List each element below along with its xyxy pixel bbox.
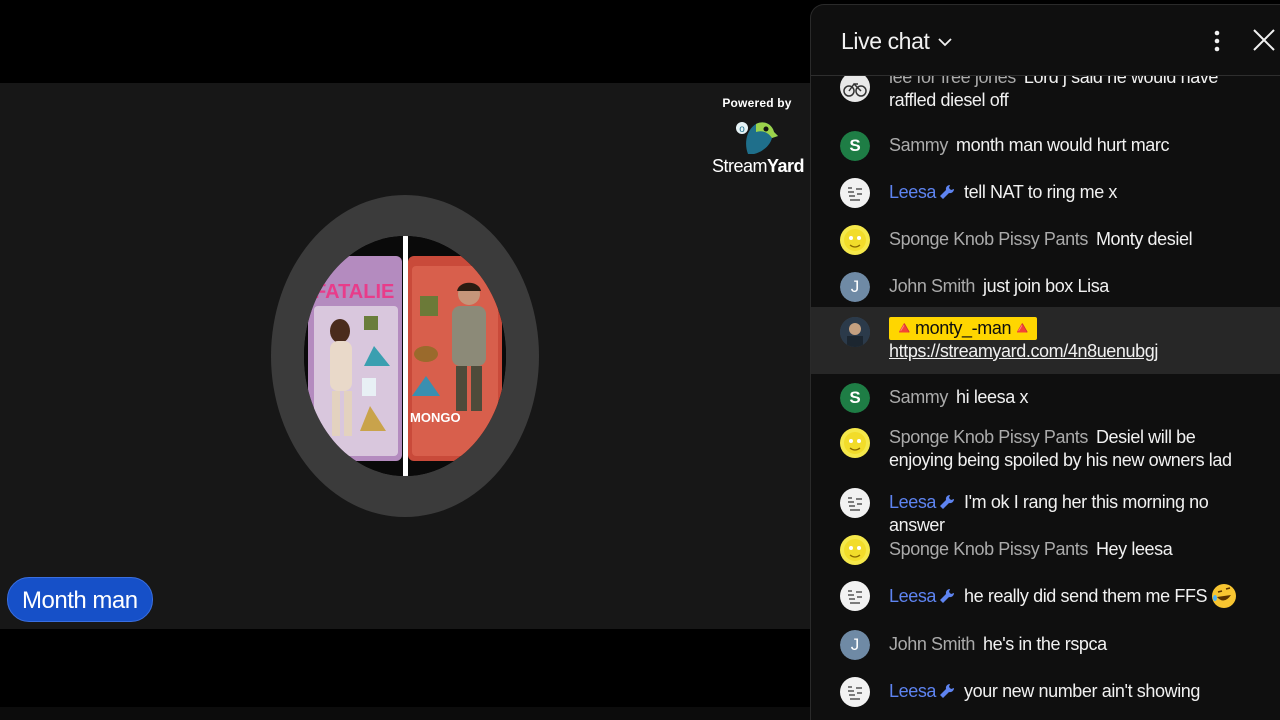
message-author[interactable]: Leesa <box>889 681 956 701</box>
streamyard-logo-icon: o <box>736 122 778 154</box>
chat-header: Live chat <box>811 5 1280 76</box>
author-name: Leesa <box>889 586 937 606</box>
chat-message[interactable]: J John Smith just join box Lisa <box>811 267 1280 307</box>
more-options-icon[interactable] <box>1207 27 1227 55</box>
doodle-avatar-icon <box>840 581 870 611</box>
brand-part-1: Stream <box>712 156 768 176</box>
moderator-wrench-icon <box>940 683 955 698</box>
streamyard-watermark: Powered by o StreamYard <box>712 96 805 177</box>
message-author[interactable]: Sammy <box>889 387 948 407</box>
chat-message-list[interactable]: lee for free jones Lord j said he would h… <box>811 76 1280 720</box>
video-player[interactable]: Powered by o StreamYard FATALIE MONGO Mo… <box>0 0 810 720</box>
close-icon[interactable] <box>1251 27 1277 53</box>
rofl-emoji-icon <box>1212 584 1237 608</box>
message-text: your new number ain't showing <box>964 681 1201 701</box>
svg-text:o: o <box>739 124 745 135</box>
chat-message[interactable]: lee for free jones Lord j said he would h… <box>811 76 1280 114</box>
doodle-avatar-icon <box>840 178 870 208</box>
chat-message[interactable]: Sponge Knob Pissy Pants Hey leesa <box>811 530 1280 570</box>
avatar: S <box>840 131 870 161</box>
avatar: S <box>840 383 870 413</box>
message-text: tell NAT to ring me x <box>964 182 1118 202</box>
chat-message[interactable]: S Sammy hi leesa x <box>811 378 1280 418</box>
chat-message[interactable]: Sponge Knob Pissy Pants Desiel will be en… <box>811 419 1280 477</box>
photo-avatar-icon <box>840 317 870 347</box>
moderator-wrench-icon <box>940 184 955 199</box>
author-name: Leesa <box>889 492 937 512</box>
yellow-avatar-icon <box>840 428 870 458</box>
doodle-avatar-icon <box>840 488 870 518</box>
action-figure-image: FATALIE MONGO <box>304 236 506 476</box>
stream-page: Powered by o StreamYard FATALIE MONGO Mo… <box>0 0 1280 720</box>
message-text: month man would hurt marc <box>956 135 1170 155</box>
message-author[interactable]: Sponge Knob Pissy Pants <box>889 229 1088 249</box>
doodle-avatar-icon <box>840 677 870 707</box>
svg-text:MONGO: MONGO <box>410 410 461 425</box>
avatar-letter: J <box>840 630 870 660</box>
message-author[interactable]: Sponge Knob Pissy Pants <box>889 539 1088 559</box>
message-text: he really did send them me FFS <box>964 586 1208 606</box>
avatar-letter: S <box>840 131 870 161</box>
moderator-wrench-icon <box>940 494 955 509</box>
message-author[interactable]: Leesa <box>889 492 956 512</box>
chat-message[interactable]: J John Smith he's in the rspca <box>811 625 1280 665</box>
message-text: he's in the rspca <box>983 634 1107 654</box>
message-text: Hey leesa <box>1095 539 1173 559</box>
message-author[interactable]: Sponge Knob Pissy Pants <box>889 427 1088 447</box>
message-author[interactable]: Leesa <box>889 182 956 202</box>
chat-message[interactable]: Leesa he really did send them me FFS <box>811 575 1280 617</box>
streamyard-brand: StreamYard <box>712 156 805 177</box>
message-author[interactable]: John Smith <box>889 634 975 654</box>
author-name: Leesa <box>889 182 937 202</box>
chat-title: Live chat <box>841 28 930 54</box>
avatar: J <box>840 630 870 660</box>
bike-avatar-icon <box>840 76 870 102</box>
owner-author-chip[interactable]: 🔺monty_-man🔺 <box>889 317 1038 340</box>
powered-by-label: Powered by <box>722 96 792 110</box>
participant-avatar: FATALIE MONGO <box>304 236 506 476</box>
chat-message[interactable]: Leesa your new number ain't showing <box>811 672 1280 712</box>
message-author[interactable]: lee for free jones <box>889 76 1016 87</box>
moderator-wrench-icon <box>940 588 955 603</box>
chat-message-owner[interactable]: 🔺monty_-man🔺https://streamyard.com/4n8ue… <box>811 307 1280 374</box>
yellow-avatar-icon <box>840 225 870 255</box>
message-author[interactable]: Leesa <box>889 586 956 606</box>
avatar: J <box>840 272 870 302</box>
message-link[interactable]: https://streamyard.com/4n8uenubgj <box>889 341 1158 361</box>
chevron-down-icon <box>938 37 953 46</box>
chat-message[interactable]: Leesa I'm ok I rang her this morning no a… <box>811 483 1280 535</box>
chat-message[interactable]: Sponge Knob Pissy Pants Monty desiel <box>811 220 1280 260</box>
svg-text:FATALIE: FATALIE <box>314 281 394 303</box>
avatar-letter: S <box>840 383 870 413</box>
yellow-avatar-icon <box>840 535 870 565</box>
chat-message[interactable]: S Sammy month man would hurt marc <box>811 126 1280 166</box>
player-bottom-bar <box>0 707 810 720</box>
participant-name-tag: Month man <box>7 577 153 622</box>
live-chat-panel: Live chat lee for free jones Lord j said… <box>810 4 1280 720</box>
avatar-letter: J <box>840 272 870 302</box>
brand-part-2: Yard <box>767 156 805 176</box>
chat-message[interactable]: Leesa tell NAT to ring me x <box>811 173 1280 213</box>
chat-mode-dropdown[interactable]: Live chat <box>841 28 955 55</box>
message-text: just join box Lisa <box>983 276 1109 296</box>
author-name: Leesa <box>889 681 937 701</box>
message-author[interactable]: Sammy <box>889 135 948 155</box>
message-author[interactable]: John Smith <box>889 276 975 296</box>
message-text: Monty desiel <box>1095 229 1193 249</box>
message-text: hi leesa x <box>956 387 1029 407</box>
